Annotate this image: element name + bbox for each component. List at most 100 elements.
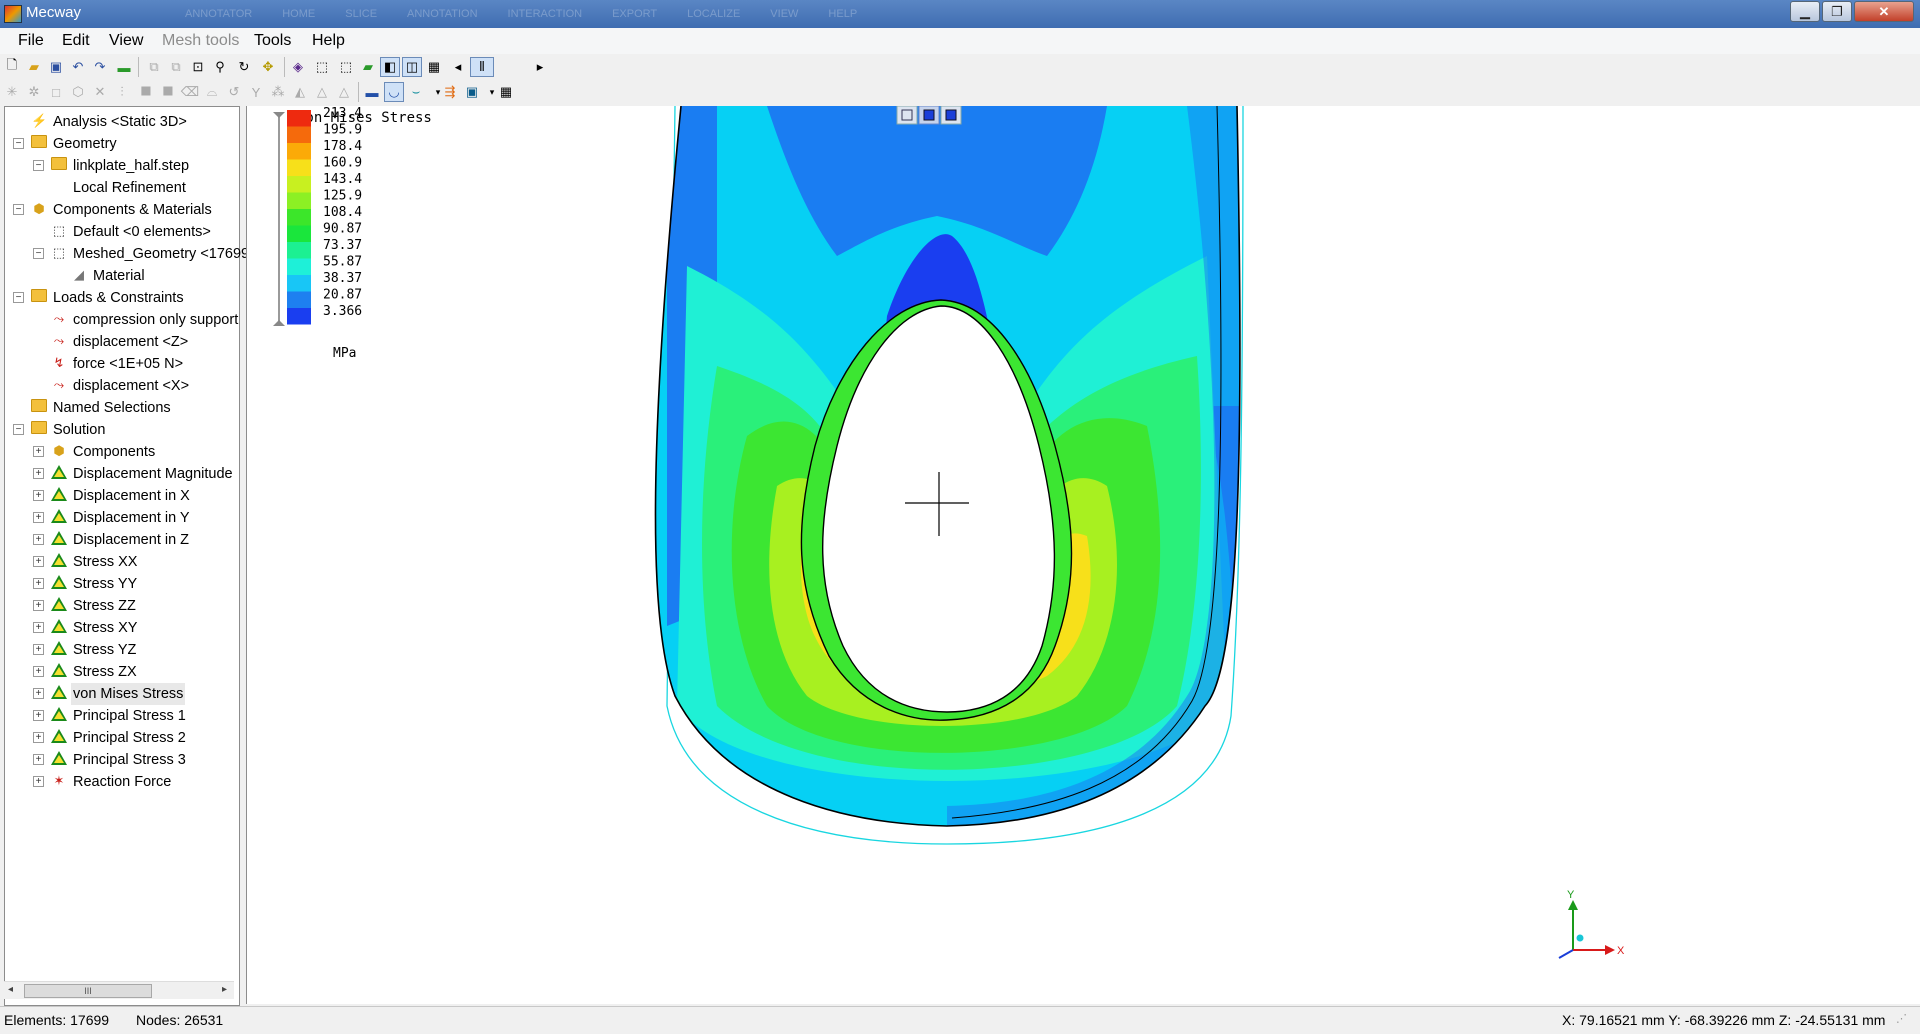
open-folder-icon[interactable]: ▰	[24, 57, 44, 77]
select-solids-icon[interactable]: ⬡	[68, 82, 88, 102]
collapse-icon[interactable]: −	[33, 160, 44, 171]
table-icon[interactable]: ▦	[496, 82, 516, 102]
triangle-icon[interactable]: △	[312, 82, 332, 102]
expand-icon[interactable]: +	[33, 754, 44, 765]
delete-icon[interactable]: ✕	[90, 82, 110, 102]
tree-node-stress-xx[interactable]: + Stress XX	[33, 551, 139, 573]
select-elements-icon[interactable]: ✲	[24, 82, 44, 102]
tree-node-displacement-magnitude[interactable]: + Displacement Magnitude	[33, 463, 235, 485]
expand-icon[interactable]: +	[33, 446, 44, 457]
expand-icon[interactable]: +	[33, 732, 44, 743]
expand-icon[interactable]: +	[33, 468, 44, 479]
redo-icon[interactable]: ↷	[90, 57, 110, 77]
expand-icon[interactable]: +	[33, 512, 44, 523]
zoom-icon[interactable]: ⚲	[210, 57, 230, 77]
view-cube-outline-button[interactable]	[896, 106, 918, 125]
revolve-icon[interactable]: ↺	[224, 82, 244, 102]
collapse-icon[interactable]: −	[13, 292, 24, 303]
rotate-icon[interactable]: ↻	[234, 57, 254, 77]
resize-grip-icon[interactable]: ⋰	[1896, 1012, 1907, 1025]
tree-node-stress-yz[interactable]: + Stress YZ	[33, 639, 138, 661]
expand-icon[interactable]: +	[33, 622, 44, 633]
smooth-icon[interactable]: ◭	[290, 82, 310, 102]
tree-node-local-refinement[interactable]: Local Refinement	[71, 177, 188, 199]
wireframe-view-icon[interactable]: ◫	[402, 57, 422, 77]
merge-icon[interactable]: ⫶	[112, 82, 132, 102]
pan-icon[interactable]: ✥	[258, 57, 278, 77]
collapse-icon[interactable]: −	[33, 248, 44, 259]
tree-node-named-selections[interactable]: Named Selections	[31, 397, 173, 419]
collapse-icon[interactable]: −	[13, 138, 24, 149]
refine-icon[interactable]: ⁂	[268, 82, 288, 102]
trash-icon[interactable]: ⌫	[180, 82, 200, 102]
menu-tools[interactable]: Tools	[254, 32, 291, 50]
scrollbar-thumb[interactable]: III	[24, 984, 152, 998]
paste-view-icon[interactable]: ⧉	[166, 57, 186, 77]
split-icon[interactable]: Y	[246, 82, 266, 102]
tree-node-stress-zx[interactable]: + Stress ZX	[33, 661, 139, 683]
tree-node-displacement-in-x[interactable]: + Displacement in X	[33, 485, 192, 507]
tree-node-analysis-static-3d[interactable]: ⚡ Analysis <Static 3D>	[31, 111, 189, 133]
tree-node-displacement-z[interactable]: ⤳ displacement <Z>	[51, 331, 190, 353]
tree-node-compression-only-support[interactable]: ⤳ compression only support	[51, 309, 240, 331]
new-file-icon[interactable]: 🗋	[2, 57, 22, 77]
close-button[interactable]: ✕	[1854, 1, 1914, 22]
tree-node-linkplate-half-step[interactable]: − linkplate_half.step	[33, 155, 191, 177]
vector-plot-icon[interactable]: ⇶	[440, 82, 460, 102]
copy-view-icon[interactable]: ⧉	[144, 57, 164, 77]
scroll-right-icon[interactable]: ▸	[530, 57, 550, 77]
menu-file[interactable]: File	[18, 32, 44, 50]
tree-node-stress-yy[interactable]: + Stress YY	[33, 573, 139, 595]
legend-bottom-handle[interactable]	[273, 320, 285, 326]
tree-node-geometry[interactable]: − Geometry	[13, 133, 119, 155]
tree-node-meshed-geometry-17699[interactable]: − ⬚ Meshed_Geometry <17699	[33, 243, 251, 265]
expand-icon[interactable]: +	[33, 688, 44, 699]
scroll-left-arrow-icon[interactable]: ◂	[8, 984, 13, 995]
mesh-view-icon[interactable]: ▦	[424, 57, 444, 77]
tree-node-force-1e-05-n[interactable]: ↯ force <1E+05 N>	[51, 353, 185, 375]
expand-icon[interactable]: +	[33, 776, 44, 787]
graphics-viewport[interactable]: von Mises Stress 213.4 195.9 178.4 160.9 143…	[246, 106, 1920, 1004]
scroll-right-arrow-icon[interactable]: ▸	[222, 984, 227, 995]
tree-node-displacement-in-y[interactable]: + Displacement in Y	[33, 507, 192, 529]
tree-node-von-mises-stress[interactable]: + von Mises Stress	[33, 683, 186, 705]
view-front-icon[interactable]: ⬚	[336, 57, 356, 77]
scroll-left-icon[interactable]: ◂	[448, 57, 468, 77]
tree-node-loads-constraints[interactable]: − Loads & Constraints	[13, 287, 186, 309]
expand-icon[interactable]: +	[33, 666, 44, 677]
expand-icon[interactable]: +	[33, 710, 44, 721]
view-slider-track[interactable]	[470, 59, 530, 75]
tree-node-solution[interactable]: − Solution	[13, 419, 107, 441]
tree-node-components-materials[interactable]: − ⬢ Components & Materials	[13, 199, 214, 221]
tree-node-reaction-force[interactable]: + ✶ Reaction Force	[33, 771, 173, 793]
zoom-box-icon[interactable]: ⊡	[188, 57, 208, 77]
view-iso-icon[interactable]: ⬚	[312, 57, 332, 77]
solve-icon[interactable]: ▬	[114, 57, 134, 77]
maximize-button[interactable]: ❐	[1822, 1, 1852, 22]
tree-node-stress-xy[interactable]: + Stress XY	[33, 617, 139, 639]
menu-edit[interactable]: Edit	[62, 32, 90, 50]
tree-node-displacement-in-z[interactable]: + Displacement in Z	[33, 529, 191, 551]
expand-icon[interactable]: +	[33, 556, 44, 567]
tree-node-default-0-elements[interactable]: ⬚ Default <0 elements>	[51, 221, 213, 243]
tree-node-components[interactable]: + ⬢ Components	[33, 441, 157, 463]
tree-node-displacement-x[interactable]: ⤳ displacement <X>	[51, 375, 191, 397]
flat-shade-icon[interactable]: ▬	[362, 82, 382, 102]
expand-icon[interactable]: +	[33, 644, 44, 655]
collapse-icon[interactable]: −	[13, 424, 24, 435]
expand-icon[interactable]: +	[33, 578, 44, 589]
select-nodes-icon[interactable]: ✳	[2, 82, 22, 102]
save-icon[interactable]: ▣	[46, 57, 66, 77]
menu-mesh-tools[interactable]: Mesh tools	[162, 32, 239, 50]
surface-icon[interactable]: ▰	[358, 57, 378, 77]
shaded-view-icon[interactable]: ◧	[380, 57, 400, 77]
tree-node-principal-stress-3[interactable]: + Principal Stress 3	[33, 749, 188, 771]
outline-triangle-icon[interactable]: △	[334, 82, 354, 102]
copy-icon[interactable]: ⯀	[158, 82, 178, 102]
view-fit-icon[interactable]: ◈	[288, 57, 308, 77]
deformed-shape-icon[interactable]: ◡	[384, 82, 404, 102]
legend-top-handle[interactable]	[273, 112, 285, 118]
animation-icon[interactable]: ▣	[462, 82, 482, 102]
menu-view[interactable]: View	[109, 32, 143, 50]
tree-horizontal-scrollbar[interactable]: ◂ III ▸	[4, 981, 234, 999]
